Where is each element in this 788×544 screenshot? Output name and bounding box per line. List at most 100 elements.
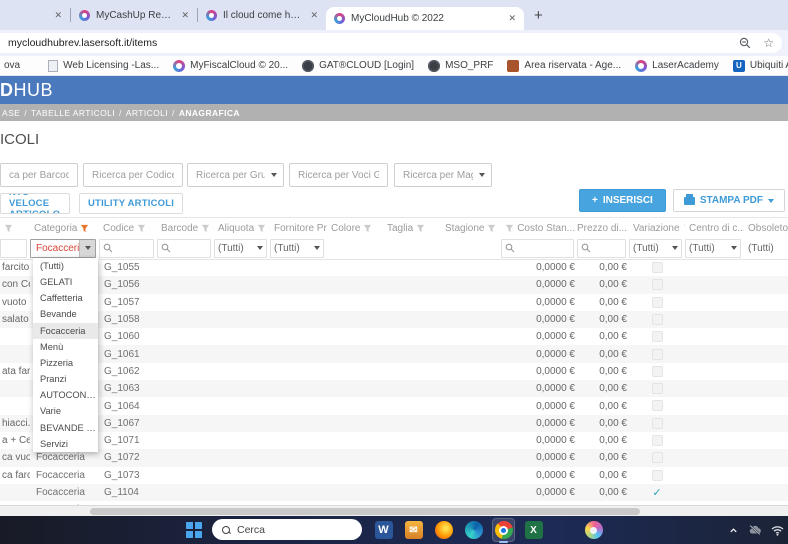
dropdown-option[interactable]: Menù [33,339,98,355]
column-label[interactable]: Prezzo di... [577,223,627,234]
column-select-filter[interactable]: (Tutti) [744,238,785,258]
horizontal-scrollbar[interactable] [0,505,788,516]
filter-input-4[interactable] [394,163,492,187]
column-header[interactable] [0,218,30,238]
filter-funnel-icon[interactable] [683,224,685,233]
filter-funnel-icon[interactable] [80,224,89,233]
column-label[interactable]: Colore [331,223,360,234]
filter-funnel-icon[interactable] [416,224,425,233]
table-row[interactable]: G_1063 0,0000 € 0,00 € [0,380,788,398]
variation-checkbox[interactable] [651,331,663,343]
categoria-filter-value[interactable]: Focacceria [31,243,79,254]
bookmark-item[interactable]: LaserAcademy [635,59,719,72]
bookmark-item[interactable]: MSO_PRF [428,59,493,72]
column-header[interactable]: Centro di c... [685,218,744,238]
search-icon[interactable] [103,243,113,253]
filter-funnel-icon[interactable] [4,224,13,233]
column-label[interactable]: Taglia [387,223,413,234]
tab-close-icon[interactable]: ✕ [54,10,62,21]
variation-checkbox[interactable] [651,279,663,291]
bookmark-item[interactable]: MyFiscalCloud © 20... [173,59,288,72]
chevron-down-icon[interactable] [479,173,485,177]
search-icon[interactable] [581,243,591,253]
utility-articles-button[interactable]: UTILITY ARTICOLI [79,193,184,214]
table-row[interactable]: hiacci... G_1067 0,0000 € 0,00 € [0,414,788,432]
dropdown-option[interactable]: AUTOCONSUMO [33,387,98,403]
column-header[interactable]: Obsoleto [744,218,788,238]
table-row[interactable]: G_1060 0,0000 € 0,00 € [0,328,788,346]
column-label[interactable]: Centro di c... [689,223,744,234]
browser-tab-mycloudhub-active[interactable]: MyCloudHub © 2022 ✕ [326,7,524,30]
column-search-box[interactable] [99,238,154,258]
column-select-filter[interactable]: (Tutti) [685,238,741,258]
filter-funnel-icon[interactable] [505,224,514,233]
taskbar-search[interactable]: Cerca [212,519,362,540]
column-header[interactable]: Barcode [157,218,214,238]
table-row[interactable]: ata far... G_1062 0,0000 € 0,00 € [0,362,788,381]
filter-funnel-icon[interactable] [137,224,146,233]
table-row[interactable]: vuoto G_1057 0,0000 € 0,00 € [0,293,788,311]
variation-checkbox[interactable] [651,296,663,308]
address-bar[interactable]: mycloudhubrev.lasersoft.it/items ☆ [0,33,782,53]
bookmark-item[interactable]: ova [4,60,20,71]
filter-input-0[interactable] [0,163,78,187]
bookmark-item[interactable]: Area riservata - Age... [507,59,621,72]
wifi-icon[interactable] [771,525,784,536]
filter-input-field[interactable] [7,168,71,182]
chevron-up-icon[interactable] [728,525,739,536]
search-icon[interactable] [161,243,171,253]
column-label[interactable]: Variazione [633,223,680,234]
dropdown-option[interactable]: Focacceria [33,322,98,339]
url-text[interactable]: mycloudhubrev.lasersoft.it/items [8,37,727,49]
filter-funnel-icon[interactable] [487,224,496,233]
filter-input-field[interactable] [401,168,475,182]
dropdown-option[interactable]: Bevande [33,306,98,322]
dropdown-option[interactable]: Pizzeria [33,355,98,371]
variation-checkbox[interactable] [651,365,663,377]
table-row[interactable]: G_1061 0,0000 € 0,00 € [0,345,788,363]
column-label[interactable]: Obsoleto [748,223,788,234]
dropdown-button[interactable] [79,239,95,257]
variation-checkbox[interactable] [651,400,663,412]
column-header[interactable]: Colore [327,218,383,238]
cloud-off-icon[interactable] [748,524,762,536]
bookmark-item[interactable]: GAT®CLOUD [Login] [302,59,414,72]
breadcrumb-item[interactable]: TABELLE ARTICOLI [31,108,115,118]
column-label[interactable]: Barcode [161,223,198,234]
filter-funnel-icon[interactable] [363,224,372,233]
dropdown-option[interactable]: (Tutti) [33,258,98,274]
paint-taskbar-icon[interactable] [582,518,605,542]
filter-input-1[interactable] [83,163,183,187]
tab-close-icon[interactable]: ✕ [181,10,189,21]
quick-insert-article-button[interactable]: NTO VELOCE ARTICOLO [0,193,70,214]
word-taskbar-icon[interactable]: W [372,518,395,542]
new-tab-button[interactable]: + [524,7,553,24]
dropdown-option[interactable]: Servizi [33,436,98,452]
column-filter-box[interactable] [0,238,27,258]
browser-tab-mycashup[interactable]: MyCashUp Revolution - Sistem ✕ [71,0,197,30]
bookmark-item[interactable]: U Ubiquiti Account [732,59,788,72]
column-header[interactable]: Codice [99,218,157,238]
variation-checkbox[interactable] [651,452,663,464]
bookmark-item[interactable]: Web Licensing -Las... [48,59,159,72]
filter-funnel-icon[interactable] [201,224,210,233]
table-row[interactable]: Focacceria G_1104 0,0000 € 0,00 € ✓ [0,483,788,502]
dropdown-option[interactable]: Pranzi [33,371,98,387]
column-select-filter[interactable]: (Tutti) [270,238,324,258]
column-search-box[interactable] [577,238,626,258]
search-icon[interactable] [505,243,515,253]
variation-checkbox[interactable] [651,469,663,481]
categoria-filter-box[interactable]: Focacceria [30,238,96,258]
tab-close-icon[interactable]: ✕ [310,10,318,21]
column-label[interactable]: Codice [103,223,134,234]
column-header[interactable]: ↓Prezzo di... [577,218,629,238]
table-row[interactable]: G_1064 0,0000 € 0,00 € [0,397,788,415]
variation-checkbox[interactable] [651,417,663,429]
print-pdf-button[interactable]: STAMPA PDF [672,189,785,212]
column-select-filter[interactable]: (Tutti) [629,238,682,258]
column-header[interactable]: Stagione [441,218,501,238]
column-label[interactable]: Costo Stan... [517,223,575,234]
explorer-taskbar-icon[interactable] [552,518,575,542]
variation-checkbox[interactable] [651,383,663,395]
table-row[interactable]: a + Ce... G_1071 0,0000 € 0,00 € [0,431,788,450]
